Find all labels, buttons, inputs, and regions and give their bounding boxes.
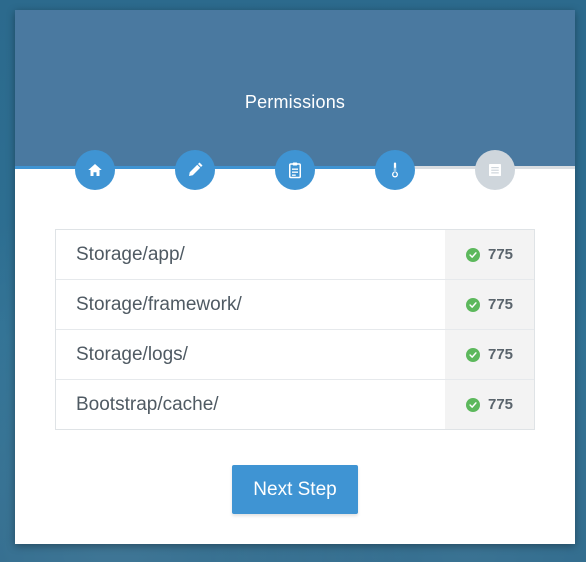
check-circle-icon xyxy=(465,397,480,412)
permission-status: 775 xyxy=(445,280,534,329)
check-circle-icon xyxy=(465,247,480,262)
permission-value: 775 xyxy=(487,296,514,313)
permission-status: 775 xyxy=(445,230,534,279)
table-row: Storage/app/ 775 xyxy=(56,230,534,280)
step-environment[interactable] xyxy=(475,150,515,190)
step-requirements[interactable] xyxy=(275,150,315,190)
step-edit[interactable] xyxy=(175,150,215,190)
folder-path: Storage/app/ xyxy=(76,243,185,265)
installer-card: Permissions Storage/app/ 775 Storage/fra… xyxy=(15,10,575,544)
folder-path: Storage/logs/ xyxy=(76,343,188,365)
thermometer-icon xyxy=(392,162,398,178)
step-permissions[interactable] xyxy=(375,150,415,190)
permission-value: 775 xyxy=(487,346,514,363)
table-row: Storage/framework/ 775 xyxy=(56,280,534,330)
table-row: Bootstrap/cache/ 775 xyxy=(56,380,534,429)
next-step-button[interactable]: Next Step xyxy=(232,465,358,514)
clipboard-icon xyxy=(289,162,301,179)
permission-value: 775 xyxy=(487,396,514,413)
permission-status: 775 xyxy=(445,330,534,379)
step-home[interactable] xyxy=(75,150,115,190)
table-row: Storage/logs/ 775 xyxy=(56,330,534,380)
folder-path: Storage/framework/ xyxy=(76,293,242,315)
check-circle-icon xyxy=(465,297,480,312)
document-icon xyxy=(489,164,501,176)
check-circle-icon xyxy=(465,347,480,362)
page-title: Permissions xyxy=(244,92,346,112)
home-icon xyxy=(88,164,102,176)
permission-value: 775 xyxy=(487,246,514,263)
folder-path: Bootstrap/cache/ xyxy=(76,393,219,415)
card-header: Permissions xyxy=(15,10,575,168)
permissions-table: Storage/app/ 775 Storage/framework/ 775 … xyxy=(55,229,535,430)
pencil-icon xyxy=(189,162,203,176)
permission-status: 775 xyxy=(445,380,534,429)
